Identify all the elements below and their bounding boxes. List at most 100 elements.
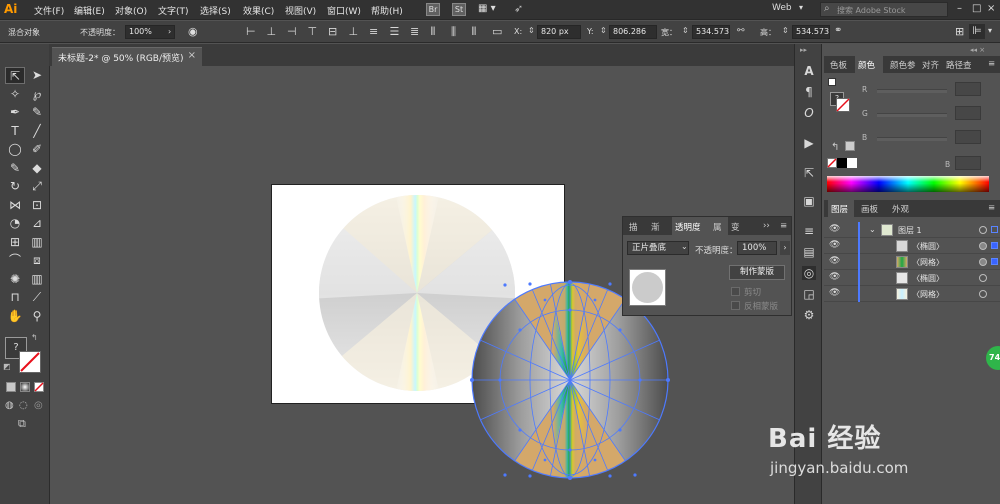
recolor-artwork-icon[interactable]: ◉ (188, 25, 198, 38)
tab-attributes[interactable]: 属 (713, 221, 722, 233)
height-input[interactable]: 534.573 (792, 25, 830, 39)
distribute-left-icon[interactable]: ⦀ (431, 25, 436, 39)
align-h-center-icon[interactable]: ⊥ (267, 25, 277, 38)
distribute-bottom-icon[interactable]: ≣ (410, 25, 419, 38)
stroke-swatch[interactable] (19, 351, 41, 373)
gradient-mode-icon[interactable] (20, 382, 30, 392)
align-to-icon[interactable]: ▭ (492, 25, 502, 38)
menu-window[interactable]: 窗口(W) (327, 4, 361, 17)
tab-layers[interactable]: 图层 (831, 203, 848, 215)
distribute-h-center-icon[interactable]: ⫼ (451, 25, 456, 39)
tab-swatches[interactable]: 色板 (830, 59, 847, 71)
channel-g-slider[interactable] (877, 113, 947, 117)
x-input[interactable]: 820 px (537, 25, 581, 39)
white-swatch[interactable] (847, 158, 857, 168)
tab-gradient[interactable]: 渐 (651, 221, 660, 233)
target-circle-icon[interactable] (979, 258, 987, 266)
layer-name[interactable]: 〈网格〉 (912, 257, 944, 268)
paragraph-panel-icon[interactable]: ¶ (802, 85, 816, 99)
selection-tool-icon[interactable]: ⇱ (5, 67, 25, 84)
symbol-sprayer-tool-icon[interactable]: ✺ (5, 271, 25, 288)
blend-mode-select[interactable]: 正片叠底 (627, 241, 689, 255)
chevron-down-icon[interactable]: ⌄ (681, 242, 688, 251)
lasso-tool-icon[interactable]: ℘ (27, 86, 47, 103)
shaper-tool-icon[interactable]: ✎ (5, 160, 25, 177)
color-mode-icon[interactable] (6, 382, 16, 392)
visibility-eye-icon[interactable]: 👁 (829, 240, 840, 250)
actions-play-icon[interactable]: ▶ (802, 136, 816, 150)
align-left-icon[interactable]: ⊢ (246, 25, 256, 38)
ellipse-tool-icon[interactable]: ◯ (5, 141, 25, 158)
gamut-swatch[interactable] (845, 141, 855, 151)
collapse-dock-icon[interactable]: ▸▸ (800, 46, 807, 54)
stock-button[interactable]: St (452, 3, 466, 16)
layer-name[interactable]: 〈网格〉 (912, 289, 944, 300)
layer-row[interactable]: 👁 〈椭圆〉 (824, 270, 1000, 286)
tab-align[interactable]: 对齐 (922, 59, 939, 71)
menu-object[interactable]: 对象(O) (115, 4, 147, 17)
blend-tool-icon[interactable]: ⧈ (27, 252, 47, 269)
visibility-eye-icon[interactable]: 👁 (829, 272, 840, 282)
out-of-gamut-icon[interactable]: ↰ (831, 142, 839, 153)
make-mask-button[interactable]: 制作蒙版 (729, 265, 785, 280)
layer-name[interactable]: 图层 1 (898, 225, 922, 236)
channel-b-slider[interactable] (877, 137, 947, 141)
distribute-top-icon[interactable]: ≡ (369, 25, 378, 38)
width-tool-icon[interactable]: ⋈ (5, 197, 25, 214)
slice-tool-icon[interactable]: ⟋ (27, 289, 47, 306)
stock-search-input[interactable]: ⌕ 搜索 Adobe Stock (820, 2, 948, 17)
channel-b-input[interactable] (955, 130, 981, 144)
draw-behind-icon[interactable]: ◌ (19, 400, 28, 411)
selection-indicator[interactable] (991, 258, 998, 265)
minimize-icon[interactable]: – (957, 3, 962, 14)
layer-row[interactable]: 👁 ⌄ 图层 1 (824, 222, 1000, 238)
opentype-panel-icon[interactable]: O (802, 106, 816, 120)
shape-builder-tool-icon[interactable]: ◔ (5, 215, 25, 232)
fill-stroke-swatch[interactable]: ? ↰ ◩ (3, 333, 41, 375)
pen-tool-icon[interactable]: ✒ (5, 104, 25, 121)
collapse-panels-icon[interactable]: ◂◂ × (970, 46, 985, 54)
color-fill-stroke-swatch[interactable]: ? (828, 78, 852, 114)
gpu-performance-icon[interactable]: ➶ (514, 2, 523, 15)
column-graph-tool-icon[interactable]: ▥ (27, 271, 47, 288)
selection-indicator[interactable] (991, 242, 998, 249)
transparency-panel-icon[interactable]: ◎ (802, 266, 816, 280)
x-stepper-icon[interactable]: ⇕ (528, 26, 535, 35)
clip-checkbox[interactable] (731, 287, 740, 296)
character-panel-icon[interactable]: A (802, 64, 816, 78)
width-input[interactable]: 534.573 (692, 25, 730, 39)
document-tab[interactable]: 未标题-2* @ 50% (RGB/预览) × (52, 47, 202, 66)
close-icon[interactable]: × (987, 3, 995, 14)
target-circle-icon[interactable] (979, 290, 987, 298)
transform-icon[interactable]: ⊞ (955, 25, 964, 38)
mesh-tool-icon[interactable]: ⊞ (5, 234, 25, 251)
draw-inside-icon[interactable]: ◎ (34, 400, 43, 411)
height-stepper-icon[interactable]: ⇕ (782, 26, 789, 35)
zoom-tool-icon[interactable]: ⚲ (27, 308, 47, 325)
tab-transparency[interactable]: 透明度 (675, 221, 701, 233)
y-stepper-icon[interactable]: ⇕ (600, 26, 607, 35)
close-tab-icon[interactable]: × (188, 50, 196, 61)
opacity-input[interactable]: 100% (737, 241, 777, 255)
magic-wand-tool-icon[interactable]: ✧ (5, 86, 25, 103)
menu-edit[interactable]: 编辑(E) (74, 4, 105, 17)
visibility-eye-icon[interactable]: 👁 (829, 256, 840, 266)
rotate-tool-icon[interactable]: ↻ (5, 178, 25, 195)
maximize-icon[interactable]: □ (972, 3, 981, 14)
menu-effect[interactable]: 效果(C) (243, 4, 274, 17)
hand-tool-icon[interactable]: ✋ (5, 308, 25, 325)
more-options-icon[interactable]: ▾ (988, 26, 992, 35)
layer-row[interactable]: 👁 〈椭圆〉 (824, 238, 1000, 254)
opacity-dropdown-icon[interactable]: › (168, 27, 171, 36)
link-icon[interactable]: ⚭ (834, 25, 842, 36)
tab-stroke[interactable]: 描 (629, 221, 638, 233)
black-swatch[interactable] (837, 158, 847, 168)
distribute-right-icon[interactable]: ⦀ (472, 25, 477, 39)
direct-selection-tool-icon[interactable]: ➤ (27, 67, 47, 84)
type-tool-icon[interactable]: T (5, 123, 25, 140)
tab-color-guide[interactable]: 颜色参 (890, 59, 916, 71)
workspace-switcher[interactable]: Web (772, 3, 792, 13)
none-mode-icon[interactable] (34, 382, 44, 392)
align-top-icon[interactable]: ⊤ (308, 25, 318, 38)
opacity-slider-toggle[interactable]: › (780, 241, 790, 255)
